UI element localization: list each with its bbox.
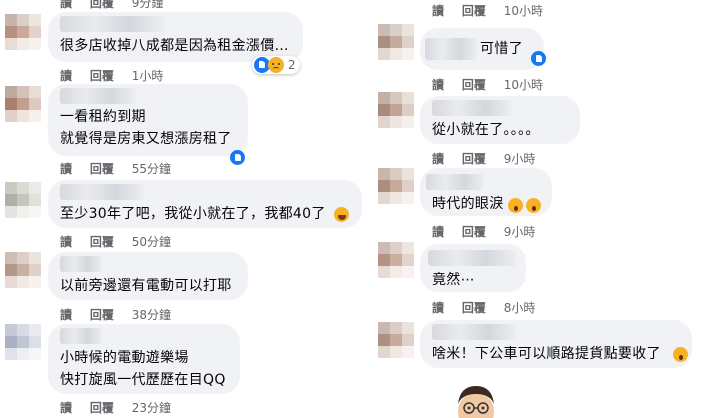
comment-time: 50分鐘: [131, 235, 171, 249]
left-comment-column: 讀 回覆 9分鐘 很多店收掉八成都是因為租金漲價… 2 讀 回覆 1小時 一看租…: [0, 0, 370, 418]
reply-link[interactable]: 回覆: [90, 0, 114, 10]
reply-link[interactable]: 回覆: [462, 4, 486, 18]
comment-meta: 讀 回覆 8小時: [432, 299, 549, 316]
reply-link[interactable]: 回覆: [90, 69, 114, 83]
like-link[interactable]: 讀: [432, 225, 444, 239]
comment-time: 10小時: [503, 4, 543, 18]
comment-time: 9小時: [503, 225, 536, 239]
like-link[interactable]: 讀: [432, 78, 444, 92]
scared-emoji-icon: [526, 198, 541, 213]
commenter-name[interactable]: [432, 324, 516, 340]
comment-meta: 讀 回覆 38分鐘: [60, 306, 185, 323]
reply-link[interactable]: 回覆: [90, 162, 114, 176]
commenter-name[interactable]: [60, 256, 102, 272]
comment-time: 10小時: [503, 78, 543, 92]
comment-meta: 讀 回覆 50分鐘: [60, 233, 185, 250]
comment-time: 9小時: [503, 152, 536, 166]
like-link[interactable]: 讀: [60, 0, 72, 10]
avatar[interactable]: [378, 24, 414, 60]
commenter-name[interactable]: [428, 250, 516, 266]
like-link[interactable]: 讀: [432, 152, 444, 166]
avatar[interactable]: [5, 324, 41, 360]
reply-link[interactable]: 回覆: [462, 78, 486, 92]
reaction-summary[interactable]: 2: [252, 56, 300, 74]
reply-link[interactable]: 回覆: [90, 308, 114, 322]
avatar[interactable]: [378, 168, 414, 204]
like-link[interactable]: 讀: [432, 301, 444, 315]
commenter-name[interactable]: [426, 174, 484, 190]
screaming-emoji-icon: [673, 347, 688, 362]
right-comment-column: 讀 回覆 10小時 可惜了 讀 回覆 10小時 從小就在了。。。。 讀 回覆 9…: [370, 0, 711, 418]
avatar[interactable]: [5, 252, 41, 288]
commenter-name[interactable]: [60, 88, 136, 104]
comment-time: 55分鐘: [131, 162, 171, 176]
commenter-name[interactable]: [60, 184, 144, 200]
avatar[interactable]: [378, 92, 414, 128]
reply-link[interactable]: 回覆: [462, 225, 486, 239]
commenter-name[interactable]: [60, 328, 102, 344]
like-link[interactable]: 讀: [60, 69, 72, 83]
comment-meta: 讀 回覆 23分鐘: [60, 399, 185, 416]
comment-meta: 讀 回覆 10小時: [432, 76, 557, 93]
comment-text: 啥米！下公車可以順路提貨點要收了: [432, 346, 661, 362]
scared-emoji-icon: [508, 198, 523, 213]
comment-meta: 讀 回覆 55分鐘: [60, 160, 185, 177]
commenter-name[interactable]: [432, 100, 512, 116]
reply-link[interactable]: 回覆: [462, 152, 486, 166]
cartoon-face-sticker: [458, 386, 494, 418]
sad-reaction-icon: [268, 57, 284, 73]
like-link[interactable]: 讀: [60, 308, 72, 322]
commenter-name[interactable]: [60, 16, 164, 32]
like-link[interactable]: 讀: [432, 4, 444, 18]
comment-text: 可惜了: [480, 41, 523, 57]
comment-text: 至少30年了吧，我從小就在了，我都40了: [60, 206, 326, 222]
comment-time: 8小時: [503, 301, 536, 315]
comment-meta: 讀 回覆 9分鐘: [60, 0, 177, 11]
reply-link[interactable]: 回覆: [90, 401, 114, 415]
like-reaction-icon: [531, 51, 546, 66]
like-link[interactable]: 讀: [60, 162, 72, 176]
reaction-count: 2: [288, 58, 296, 72]
avatar[interactable]: [5, 182, 41, 218]
like-link[interactable]: 讀: [60, 235, 72, 249]
comment-time: 9分鐘: [131, 0, 164, 10]
comment-text: 很多店收掉八成都是因為租金漲價…: [60, 38, 289, 54]
avatar[interactable]: [378, 242, 414, 278]
avatar[interactable]: [378, 322, 414, 358]
like-link[interactable]: 讀: [60, 401, 72, 415]
avatar[interactable]: [5, 14, 41, 50]
comment-meta: 讀 回覆 9小時: [432, 150, 549, 167]
comment-time: 38分鐘: [131, 308, 171, 322]
comment-time: 23分鐘: [131, 401, 171, 415]
comment-time: 1小時: [131, 69, 164, 83]
laughing-emoji-icon: [334, 207, 349, 222]
comment-text: 從小就在了。。。。: [432, 122, 540, 138]
comment-text: 以前旁邊還有電動可以打耶: [60, 278, 232, 294]
avatar[interactable]: [5, 86, 41, 122]
comment-meta: 讀 回覆 10小時: [432, 2, 557, 19]
comment-text: 小時候的電動遊樂場 快打旋風一代歷歷在目QQ: [60, 350, 226, 388]
commenter-name[interactable]: [425, 38, 477, 60]
comment-text: 一看租約到期 就覺得是房東又想漲房租了: [60, 109, 232, 147]
comment-text: 時代的眼淚: [432, 196, 504, 212]
comment-meta: 讀 回覆 9小時: [432, 223, 549, 240]
comment-meta: 讀 回覆 1小時: [60, 67, 177, 84]
reply-link[interactable]: 回覆: [90, 235, 114, 249]
comment-text: 竟然⋯: [432, 272, 475, 288]
like-reaction-icon: [230, 150, 245, 165]
reply-link[interactable]: 回覆: [462, 301, 486, 315]
